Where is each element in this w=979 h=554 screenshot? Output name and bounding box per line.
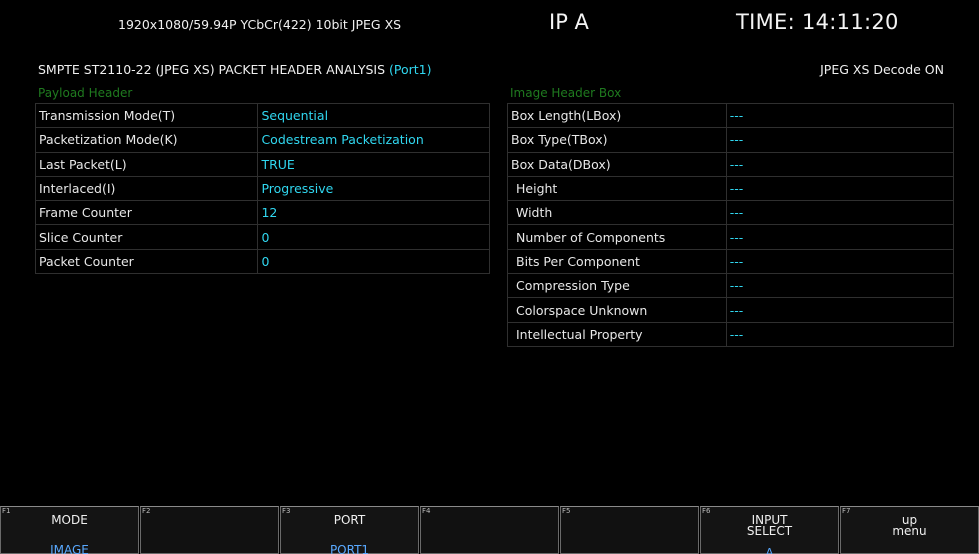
image-header-label: Compression Type xyxy=(507,273,727,299)
port-indicator: (Port1) xyxy=(389,62,432,77)
image-header-value: --- xyxy=(725,200,955,226)
image-header-value: --- xyxy=(725,321,955,347)
payload-label: Frame Counter xyxy=(34,200,259,226)
image-header-table: Box Length(LBox) --- Box Type(TBox) --- Bo… xyxy=(507,102,955,347)
fkey-value: IMAGE xyxy=(50,543,89,554)
payload-value: 0 xyxy=(257,224,490,250)
image-header-value: --- xyxy=(725,102,955,129)
image-header-value: --- xyxy=(725,297,955,323)
table-row: Packetization Mode(K) Codestream Packetiz… xyxy=(34,127,490,153)
payload-value: Progressive xyxy=(257,175,490,202)
image-header-value: --- xyxy=(725,224,955,250)
payload-label: Packet Counter xyxy=(34,248,259,275)
image-header-value: --- xyxy=(725,248,955,275)
fkey-number: F4 xyxy=(422,507,431,515)
payload-header-title: Payload Header xyxy=(38,86,133,100)
image-header-value: --- xyxy=(725,175,955,202)
image-header-label: Colorspace Unknown xyxy=(507,297,727,323)
input-indicator: IP A xyxy=(549,10,589,34)
fkey-value: PORT1 xyxy=(329,543,370,554)
analysis-title: SMPTE ST2110-22 (JPEG XS) PACKET HEADER … xyxy=(38,62,432,77)
analysis-title-text: SMPTE ST2110-22 (JPEG XS) PACKET HEADER … xyxy=(38,62,386,77)
fkey-value: A xyxy=(765,546,774,554)
payload-label: Packetization Mode(K) xyxy=(34,127,259,153)
image-header-label: Intellectual Property xyxy=(507,321,727,347)
table-row: Slice Counter 0 xyxy=(34,224,490,250)
image-header-title: Image Header Box xyxy=(510,86,622,100)
payload-value: Sequential xyxy=(257,102,490,129)
f4-button[interactable]: F4 xyxy=(420,506,559,554)
fkey-label: INPUT SELECT xyxy=(746,513,793,538)
image-header-value: --- xyxy=(725,273,955,299)
payload-value: Codestream Packetization xyxy=(257,127,490,153)
f5-button[interactable]: F5 xyxy=(560,506,699,554)
image-header-value: --- xyxy=(725,127,955,153)
image-header-label: Height xyxy=(507,175,727,202)
table-row: Colorspace Unknown --- xyxy=(507,297,955,323)
image-header-label: Box Data(DBox) xyxy=(507,151,727,177)
fkey-number: F1 xyxy=(2,507,11,515)
f2-button[interactable]: F2 xyxy=(140,506,279,554)
f7-up-menu-button[interactable]: F7 up menu xyxy=(840,506,979,554)
payload-value: 0 xyxy=(257,248,490,275)
image-header-label: Width xyxy=(507,200,727,226)
table-row: Width --- xyxy=(507,200,955,226)
f6-input-select-button[interactable]: F6 INPUT SELECT A xyxy=(700,506,839,554)
image-header-label: Box Length(LBox) xyxy=(507,102,727,129)
fkey-number: F3 xyxy=(282,507,291,515)
table-row: Transmission Mode(T) Sequential xyxy=(34,102,490,129)
fkey-label: up menu xyxy=(892,513,927,538)
function-key-bar: F1 MODE IMAGE F2 F3 PORT PORT1 F4 F5 F6 … xyxy=(0,506,979,554)
image-header-label: Box Type(TBox) xyxy=(507,127,727,153)
payload-label: Transmission Mode(T) xyxy=(34,102,259,129)
payload-value: 12 xyxy=(257,200,490,226)
image-header-label: Number of Components xyxy=(507,224,727,250)
table-row: Intellectual Property --- xyxy=(507,321,955,347)
payload-header-table: Transmission Mode(T) Sequential Packetiza… xyxy=(34,102,490,275)
payload-value: TRUE xyxy=(257,151,490,177)
image-header-label: Bits Per Component xyxy=(507,248,727,275)
table-row: Bits Per Component --- xyxy=(507,248,955,275)
fkey-label: PORT xyxy=(333,513,366,527)
table-row: Interlaced(I) Progressive xyxy=(34,175,490,202)
fkey-label: MODE xyxy=(51,513,88,527)
table-row: Frame Counter 12 xyxy=(34,200,490,226)
table-row: Box Data(DBox) --- xyxy=(507,151,955,177)
table-row: Height --- xyxy=(507,175,955,202)
fkey-number: F5 xyxy=(562,507,571,515)
table-row: Number of Components --- xyxy=(507,224,955,250)
fkey-number: F6 xyxy=(702,507,711,515)
f3-port-button[interactable]: F3 PORT PORT1 xyxy=(280,506,419,554)
table-row: Compression Type --- xyxy=(507,273,955,299)
fkey-number: F7 xyxy=(842,507,851,515)
payload-label: Interlaced(I) xyxy=(34,175,259,202)
table-row: Box Length(LBox) --- xyxy=(507,102,955,129)
f1-mode-button[interactable]: F1 MODE IMAGE xyxy=(0,506,139,554)
image-header-value: --- xyxy=(725,151,955,177)
fkey-number: F2 xyxy=(142,507,151,515)
payload-label: Slice Counter xyxy=(34,224,259,250)
video-format-status: 1920x1080/59.94P YCbCr(422) 10bit JPEG X… xyxy=(118,17,402,32)
table-row: Box Type(TBox) --- xyxy=(507,127,955,153)
time-display: TIME: 14:11:20 xyxy=(736,10,899,34)
table-row: Packet Counter 0 xyxy=(34,248,490,275)
table-row: Last Packet(L) TRUE xyxy=(34,151,490,177)
decode-status: JPEG XS Decode ON xyxy=(820,62,944,77)
payload-label: Last Packet(L) xyxy=(34,151,259,177)
